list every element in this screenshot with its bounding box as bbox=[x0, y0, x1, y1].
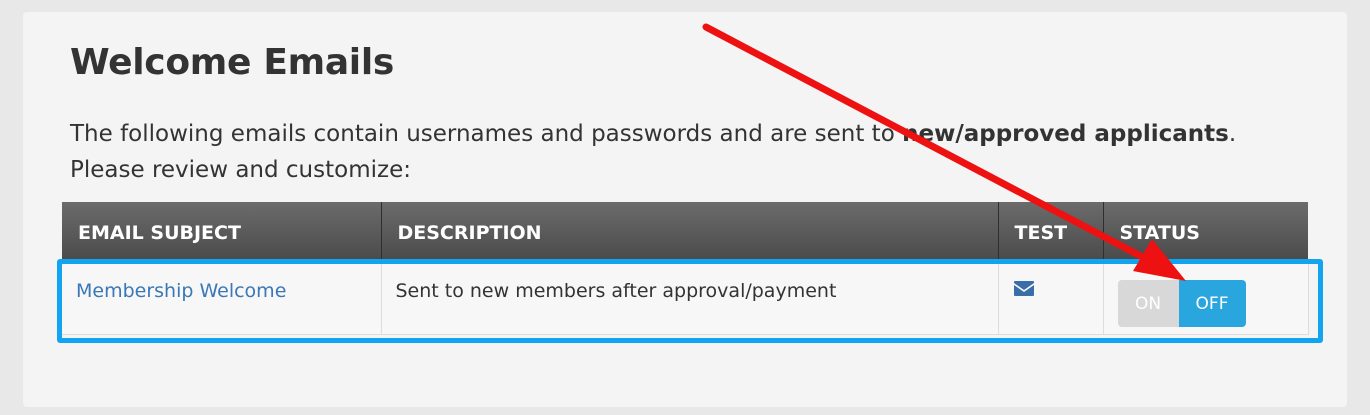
email-test-cell bbox=[998, 262, 1104, 335]
email-subject-cell: Membership Welcome bbox=[62, 262, 382, 335]
header-test: TEST bbox=[998, 202, 1104, 262]
status-toggle[interactable]: ON OFF bbox=[1117, 280, 1246, 327]
email-status-cell: ON OFF bbox=[1103, 262, 1309, 335]
page-title: Welcome Emails bbox=[70, 42, 395, 83]
table-row: Membership Welcome Sent to new members a… bbox=[62, 262, 1309, 335]
intro-text-line2: Please review and customize: bbox=[70, 157, 411, 183]
header-status: STATUS bbox=[1103, 202, 1308, 262]
envelope-icon[interactable] bbox=[1013, 280, 1035, 298]
header-email-subject: EMAIL SUBJECT bbox=[62, 202, 382, 262]
status-on-option[interactable]: ON bbox=[1117, 280, 1179, 327]
email-description-cell: Sent to new members after approval/payme… bbox=[381, 262, 999, 335]
intro-text-bold: new/approved applicants bbox=[902, 121, 1229, 147]
welcome-emails-table: EMAIL SUBJECT DESCRIPTION TEST STATUS Me… bbox=[62, 202, 1309, 335]
intro-text-end: . bbox=[1228, 121, 1237, 147]
table-header-row: EMAIL SUBJECT DESCRIPTION TEST STATUS bbox=[62, 202, 1308, 262]
intro-text: The following emails contain usernames a… bbox=[70, 116, 1270, 188]
intro-text-start: The following emails contain usernames a… bbox=[70, 121, 903, 147]
status-off-option[interactable]: OFF bbox=[1178, 280, 1246, 327]
membership-welcome-link[interactable]: Membership Welcome bbox=[76, 280, 286, 302]
header-description: DESCRIPTION bbox=[381, 202, 999, 262]
